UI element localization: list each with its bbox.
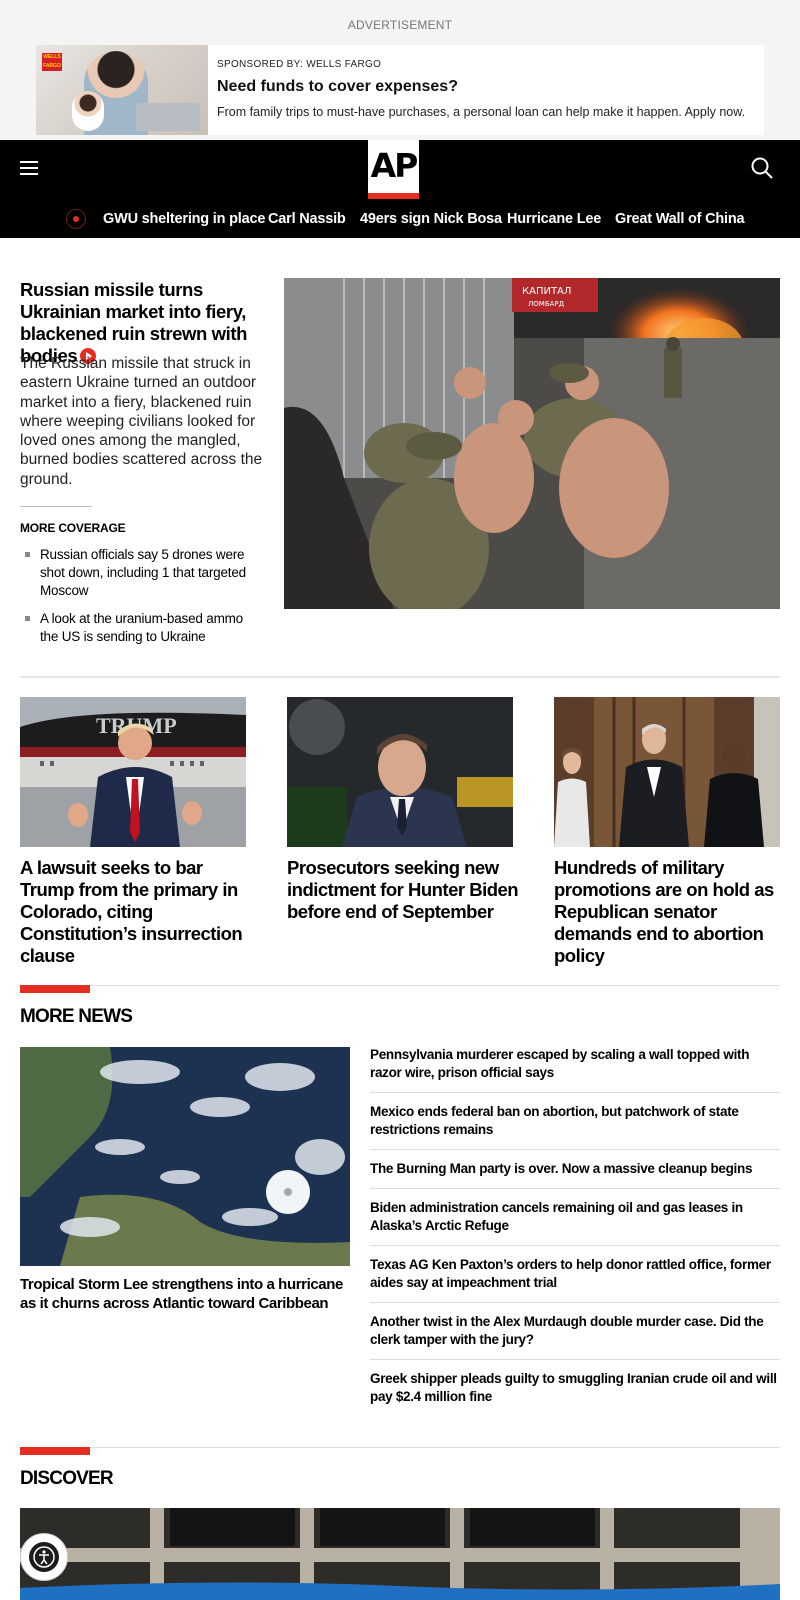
- list-item[interactable]: Texas AG Ken Paxton’s orders to help don…: [370, 1256, 780, 1303]
- more-coverage-label: MORE COVERAGE: [20, 521, 126, 535]
- hunter-biden-image[interactable]: [287, 697, 513, 847]
- list-item[interactable]: Russian officials say 5 drones were shot…: [20, 546, 260, 600]
- trending-item[interactable]: Hurricane Lee: [507, 211, 601, 227]
- section-divider: [20, 676, 780, 678]
- list-item[interactable]: A look at the uranium-based ammo the US …: [20, 610, 260, 646]
- ad-description[interactable]: From family trips to must-have purchases…: [217, 105, 745, 119]
- live-icon: [66, 209, 86, 229]
- svg-text:ЛОМБАРД: ЛОМБАРД: [528, 300, 565, 308]
- list-item[interactable]: Pennsylvania murderer escaped by scaling…: [370, 1046, 780, 1093]
- lead-description: The Russian missile that struck in easte…: [20, 355, 263, 488]
- list-item[interactable]: Another twist in the Alex Murdaugh doubl…: [370, 1313, 780, 1360]
- more-coverage-list: Russian officials say 5 drones were shot…: [20, 546, 260, 656]
- menu-icon[interactable]: [20, 161, 38, 175]
- trending-item[interactable]: Great Wall of China: [615, 211, 745, 227]
- ad-label: ADVERTISEMENT: [347, 18, 453, 32]
- hurricane-image[interactable]: [20, 1047, 350, 1266]
- senate-image[interactable]: [554, 697, 780, 847]
- trending-bar: GWU sheltering in place Carl Nassib 49er…: [0, 202, 800, 232]
- wells-fargo-logo: WELLS FARGO: [42, 53, 62, 71]
- search-icon[interactable]: [751, 157, 773, 179]
- discover-image[interactable]: [20, 1508, 780, 1600]
- ad-card[interactable]: WELLS FARGO SPONSORED BY: WELLS FARGO Nee…: [36, 45, 764, 135]
- list-item[interactable]: The Burning Man party is over. Now a mas…: [370, 1160, 780, 1189]
- sign-text: КАПИТАЛ: [522, 286, 571, 297]
- ad-headline[interactable]: Need funds to cover expenses?: [217, 78, 745, 96]
- section-rule: [20, 985, 780, 986]
- accessibility-button[interactable]: [20, 1533, 68, 1581]
- ap-logo[interactable]: AP: [368, 140, 419, 199]
- trump-image[interactable]: TRUMP: [20, 697, 246, 847]
- ad-child: [72, 91, 104, 131]
- discover-title[interactable]: DISCOVER: [20, 1468, 114, 1490]
- feature-caption[interactable]: Tropical Storm Lee strengthens into a hu…: [20, 1275, 360, 1313]
- list-item[interactable]: Mexico ends federal ban on abortion, but…: [370, 1103, 780, 1150]
- divider: [20, 506, 92, 507]
- list-item[interactable]: Biden administration cancels remaining o…: [370, 1199, 780, 1246]
- trending-item[interactable]: Carl Nassib: [268, 211, 346, 227]
- section-accent: [20, 985, 90, 993]
- accessibility-icon: [29, 1542, 59, 1572]
- ad-laptop: [136, 103, 200, 131]
- list-item[interactable]: Greek shipper pleads guilty to smuggling…: [370, 1370, 780, 1416]
- trending-item[interactable]: 49ers sign Nick Bosa: [360, 211, 502, 227]
- card-headline[interactable]: Hundreds of military promotions are on h…: [554, 857, 786, 967]
- section-rule: [20, 1447, 780, 1448]
- lead-image[interactable]: КАПИТАЛ ЛОМБАРД: [284, 278, 780, 609]
- card-headline[interactable]: Prosecutors seeking new indictment for H…: [287, 857, 519, 923]
- ad-banner: ADVERTISEMENT WELLS FARGO SPONSORED BY: W…: [0, 0, 800, 140]
- site-header: AP GWU sheltering in place Carl Nassib 4…: [0, 140, 800, 238]
- ad-sponsor: SPONSORED BY: WELLS FARGO: [217, 59, 382, 70]
- more-news-list: Pennsylvania murderer escaped by scaling…: [370, 1046, 780, 1426]
- card-headline[interactable]: A lawsuit seeks to bar Trump from the pr…: [20, 857, 252, 967]
- trending-item[interactable]: GWU sheltering in place: [103, 211, 265, 227]
- ad-image[interactable]: WELLS FARGO: [36, 45, 208, 135]
- more-news-title[interactable]: MORE NEWS: [20, 1006, 133, 1028]
- section-accent: [20, 1447, 90, 1455]
